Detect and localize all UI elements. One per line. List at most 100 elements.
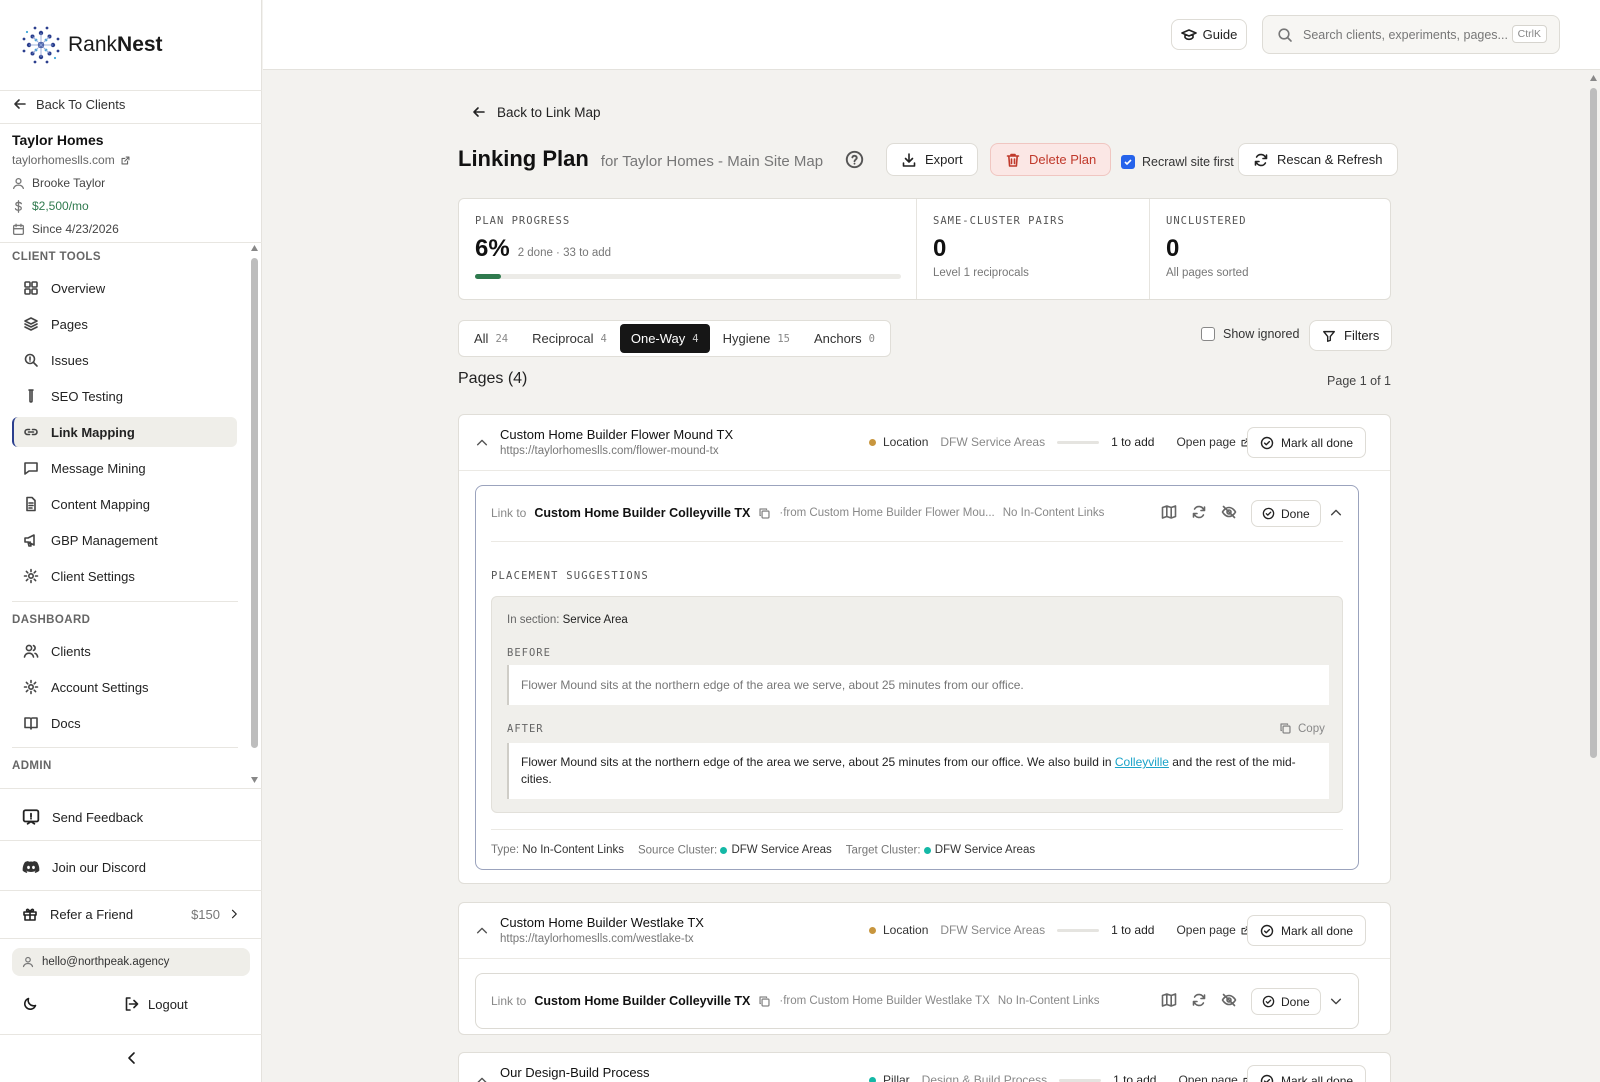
logout-button[interactable]: Logout bbox=[124, 996, 188, 1012]
unclustered-value: 0 bbox=[1166, 235, 1180, 262]
nav-overview[interactable]: Overview bbox=[12, 273, 237, 303]
chevron-up-icon[interactable] bbox=[475, 1074, 489, 1082]
copy-icon[interactable] bbox=[758, 507, 771, 520]
eye-off-icon[interactable] bbox=[1221, 504, 1237, 520]
recrawl-checkbox[interactable]: Recrawl site first bbox=[1121, 155, 1234, 169]
help-icon[interactable] bbox=[845, 150, 864, 169]
sidebar-scrollbar[interactable] bbox=[251, 244, 258, 784]
main-content: Back to Link Map Linking Plan for Taylor… bbox=[263, 70, 1585, 1082]
page-card-header[interactable]: Our Design-Build Process Pillar Design &… bbox=[459, 1053, 1390, 1082]
show-ignored-label: Show ignored bbox=[1223, 327, 1300, 341]
calendar-icon bbox=[12, 223, 25, 235]
copy-button[interactable]: Copy bbox=[1279, 722, 1325, 735]
nav-gbp-management[interactable]: GBP Management bbox=[12, 525, 237, 555]
open-page-link[interactable]: Open page bbox=[1176, 923, 1250, 937]
nav-client-settings[interactable]: Client Settings bbox=[12, 561, 237, 591]
scroll-up-arrow-icon[interactable] bbox=[1589, 74, 1598, 82]
chevron-up-icon[interactable] bbox=[1329, 506, 1343, 520]
nav-account-settings-label: Account Settings bbox=[51, 679, 149, 695]
refer-friend-button[interactable]: Refer a Friend $150 bbox=[22, 906, 240, 922]
nav-message-mining[interactable]: Message Mining bbox=[12, 453, 237, 483]
join-discord-button[interactable]: Join our Discord bbox=[22, 858, 146, 876]
delete-plan-button[interactable]: Delete Plan bbox=[990, 143, 1112, 176]
nav-content-mapping-label: Content Mapping bbox=[51, 496, 151, 512]
main-scroll-thumb[interactable] bbox=[1590, 88, 1597, 758]
client-url-link[interactable]: taylorhomeslls.com bbox=[12, 153, 131, 167]
nav-clients[interactable]: Clients bbox=[12, 636, 237, 666]
refresh-icon[interactable] bbox=[1191, 992, 1207, 1008]
source-cluster-value: DFW Service Areas bbox=[731, 844, 832, 856]
nav-content-mapping[interactable]: Content Mapping bbox=[12, 489, 237, 519]
check-circle-icon bbox=[1260, 436, 1274, 449]
open-page-link[interactable]: Open page bbox=[1176, 435, 1250, 449]
page-cluster: DFW Service Areas bbox=[940, 923, 1046, 937]
chevron-down-icon[interactable] bbox=[1329, 994, 1343, 1008]
back-to-clients-link[interactable]: Back To Clients bbox=[12, 96, 125, 112]
copy-icon[interactable] bbox=[758, 995, 771, 1008]
tab-reciprocal[interactable]: Reciprocal 4 bbox=[521, 324, 618, 353]
check-circle-icon bbox=[1262, 995, 1275, 1008]
refer-friend-label: Refer a Friend bbox=[50, 906, 134, 922]
brand-logo[interactable]: RankNest bbox=[20, 24, 163, 66]
link-status: No In-Content Links bbox=[1002, 507, 1105, 519]
logout-label: Logout bbox=[148, 996, 188, 1012]
done-button[interactable]: Done bbox=[1251, 500, 1321, 527]
scroll-up-arrow-icon[interactable] bbox=[251, 244, 258, 252]
pagination-status: Page 1 of 1 bbox=[1327, 374, 1391, 388]
mark-all-done-button[interactable]: Mark all done bbox=[1247, 915, 1367, 946]
main-scrollbar[interactable] bbox=[1589, 74, 1598, 1082]
cluster-dot-icon bbox=[720, 846, 728, 854]
done-button[interactable]: Done bbox=[1251, 988, 1321, 1015]
eye-off-icon[interactable] bbox=[1221, 992, 1237, 1008]
page-card-header[interactable]: Custom Home Builder Westlake TX https://… bbox=[459, 903, 1390, 959]
nav-link-mapping[interactable]: Link Mapping bbox=[12, 417, 237, 447]
filters-button[interactable]: Filters bbox=[1309, 320, 1393, 351]
guide-button[interactable]: Guide bbox=[1171, 19, 1247, 50]
tab-all[interactable]: All 24 bbox=[463, 324, 519, 353]
page-subtitle: for Taylor Homes - Main Site Map bbox=[600, 153, 824, 170]
refresh-icon[interactable] bbox=[1191, 504, 1207, 520]
show-ignored-checkbox[interactable]: Show ignored bbox=[1201, 327, 1299, 341]
chevron-up-icon[interactable] bbox=[475, 436, 489, 450]
plan-progress-fill bbox=[475, 274, 501, 279]
nav-seo-testing[interactable]: SEO Testing bbox=[12, 381, 237, 411]
nav-issues[interactable]: Issues bbox=[12, 345, 237, 375]
tab-hygiene-label: Hygiene bbox=[722, 331, 771, 346]
mark-all-done-button[interactable]: Mark all done bbox=[1247, 427, 1367, 458]
map-icon[interactable] bbox=[1161, 504, 1177, 520]
nav-docs[interactable]: Docs bbox=[12, 708, 237, 738]
nav-pages[interactable]: Pages bbox=[12, 309, 237, 339]
after-label: AFTER bbox=[507, 723, 544, 735]
search-bar[interactable]: Search clients, experiments, pages... Ct… bbox=[1262, 15, 1560, 54]
same-cluster-pairs-note: Level 1 reciprocals bbox=[933, 267, 1029, 279]
after-anchor-link[interactable]: Colleyville bbox=[1115, 755, 1169, 769]
mark-all-done-label: Mark all done bbox=[1281, 435, 1354, 450]
open-page-link[interactable]: Open page bbox=[1178, 1073, 1252, 1082]
tab-hygiene[interactable]: Hygiene 15 bbox=[712, 324, 801, 353]
tab-anchors[interactable]: Anchors 0 bbox=[803, 324, 886, 353]
megaphone-icon bbox=[24, 534, 35, 547]
account-email[interactable]: hello@northpeak.agency bbox=[12, 948, 250, 976]
chevron-up-icon[interactable] bbox=[475, 924, 489, 938]
map-icon[interactable] bbox=[1161, 992, 1177, 1008]
open-page-label: Open page bbox=[1178, 1073, 1238, 1082]
topbar: Guide Search clients, experiments, pages… bbox=[263, 0, 1600, 70]
collapse-sidebar-icon[interactable] bbox=[124, 1050, 140, 1066]
nav-account-settings[interactable]: Account Settings bbox=[12, 672, 237, 702]
mark-all-done-label: Mark all done bbox=[1281, 923, 1354, 938]
page-card-header[interactable]: Custom Home Builder Flower Mound TX http… bbox=[459, 415, 1390, 471]
sidebar-scroll-thumb[interactable] bbox=[251, 258, 258, 748]
scroll-down-arrow-icon[interactable] bbox=[251, 776, 258, 784]
checkbox-unchecked-icon[interactable] bbox=[1201, 327, 1215, 341]
client-tools-heading: CLIENT TOOLS bbox=[12, 251, 101, 263]
send-feedback-button[interactable]: Send Feedback bbox=[22, 808, 143, 826]
tab-one-way-count: 4 bbox=[692, 332, 699, 345]
rescan-refresh-button[interactable]: Rescan & Refresh bbox=[1238, 143, 1398, 176]
mark-all-done-button[interactable]: Mark all done bbox=[1247, 1065, 1367, 1082]
checkbox-checked-icon[interactable] bbox=[1121, 155, 1135, 169]
export-button[interactable]: Export bbox=[886, 143, 978, 176]
moon-icon[interactable] bbox=[22, 996, 38, 1012]
back-to-link-map-link[interactable]: Back to Link Map bbox=[471, 104, 601, 120]
feedback-icon bbox=[22, 809, 40, 825]
tab-one-way[interactable]: One-Way 4 bbox=[619, 324, 710, 353]
